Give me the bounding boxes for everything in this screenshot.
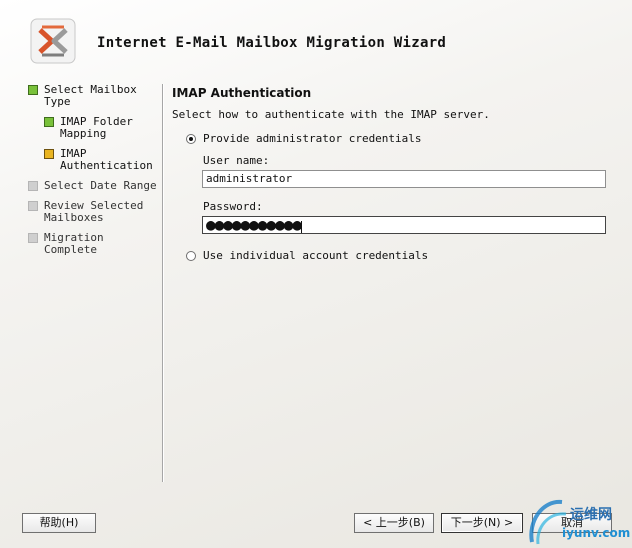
step-imap-authentication: IMAP Authentication — [44, 148, 162, 172]
individual-credentials-option[interactable]: Use individual account credentials — [186, 249, 428, 262]
step-label: Migration Complete — [44, 231, 104, 256]
step-pending-icon — [28, 201, 38, 211]
step-done-icon — [44, 117, 54, 127]
next-button[interactable]: 下一步(N) > — [441, 513, 523, 533]
site-watermark: 运维网 iyunv.com — [522, 492, 632, 548]
password-input[interactable]: ●●●●●●●●●●● — [202, 216, 606, 234]
content-panel: IMAP Authentication Select how to authen… — [172, 84, 612, 262]
step-label: Select Mailbox Type — [44, 83, 137, 108]
radio-button-checked[interactable] — [186, 133, 196, 144]
step-done-icon — [28, 85, 38, 95]
step-review-selected-mailboxes: Review Selected Mailboxes — [28, 200, 162, 224]
username-label: User name: — [203, 154, 270, 167]
watermark-line2: iyunv.com — [562, 526, 631, 540]
step-current-icon — [44, 149, 54, 159]
password-mask: ●●●●●●●●●●● — [206, 215, 302, 234]
wizard-header: Internet E-Mail Mailbox Migration Wizard — [0, 0, 632, 82]
username-value: administrator — [206, 172, 293, 185]
step-imap-folder-mapping: IMAP Folder Mapping — [44, 116, 162, 140]
individual-credentials-label: Use individual account credentials — [203, 249, 429, 262]
step-pending-icon — [28, 233, 38, 243]
back-button[interactable]: < 上一步(B) — [354, 513, 434, 533]
admin-credentials-option[interactable]: Provide administrator credentials — [186, 132, 422, 145]
help-button[interactable]: 帮助(H) — [22, 513, 96, 533]
panel-divider — [162, 84, 164, 482]
watermark-line1: 运维网 — [570, 507, 612, 523]
text-cursor — [300, 221, 302, 233]
wizard-steps: Select Mailbox Type IMAP Folder Mapping … — [28, 84, 162, 264]
exchange-logo-icon — [30, 18, 76, 64]
step-label: Review Selected Mailboxes — [44, 199, 144, 224]
step-label: IMAP Authentication — [60, 147, 153, 172]
step-select-date-range: Select Date Range — [28, 180, 162, 192]
section-title: IMAP Authentication — [172, 86, 312, 100]
username-input[interactable]: administrator — [202, 170, 606, 188]
password-label: Password: — [203, 200, 263, 213]
radio-button-unchecked[interactable] — [186, 250, 196, 261]
step-migration-complete: Migration Complete — [28, 232, 162, 256]
step-label: Select Date Range — [44, 179, 157, 192]
step-select-mailbox-type: Select Mailbox Type — [28, 84, 162, 108]
step-pending-icon — [28, 181, 38, 191]
step-label: IMAP Folder Mapping — [60, 115, 133, 140]
admin-credentials-label: Provide administrator credentials — [203, 132, 422, 145]
wizard-title: Internet E-Mail Mailbox Migration Wizard — [97, 35, 447, 51]
instruction-text: Select how to authenticate with the IMAP… — [172, 108, 490, 121]
